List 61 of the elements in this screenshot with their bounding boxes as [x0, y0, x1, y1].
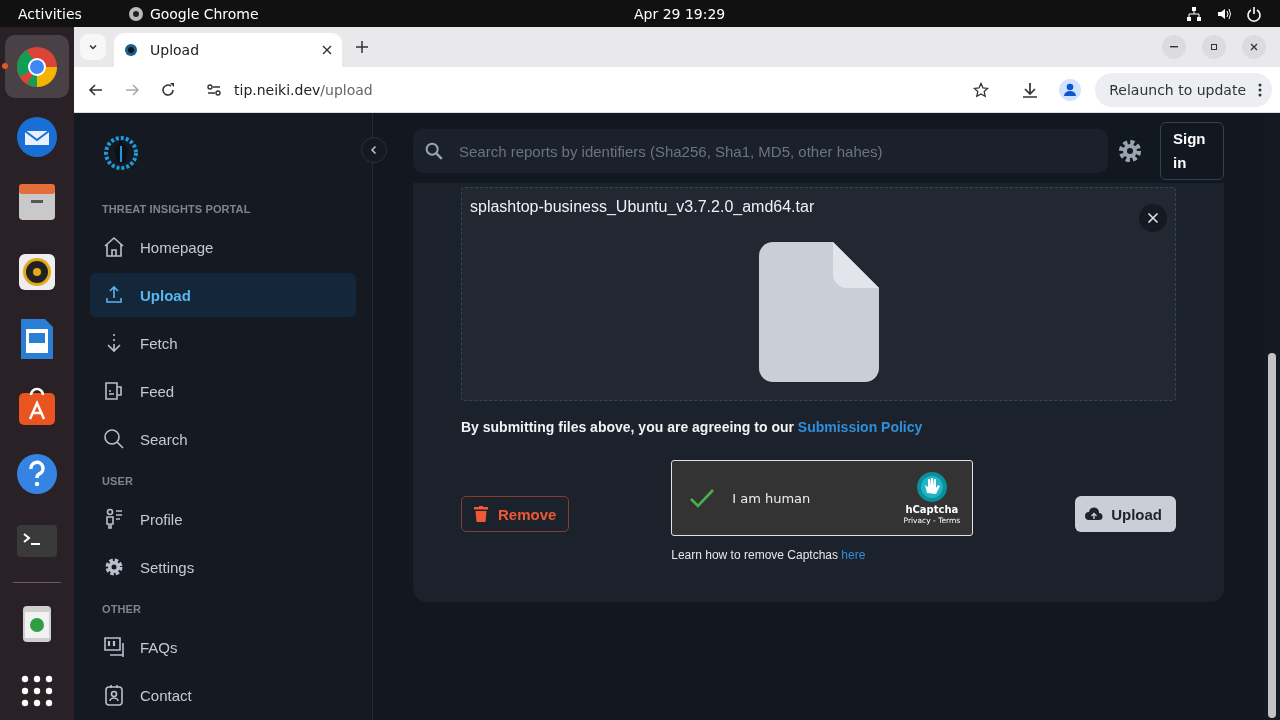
- hcaptcha-logo-icon: [915, 471, 948, 503]
- close-icon: [1249, 42, 1259, 52]
- nav-item[interactable]: Profile: [90, 497, 356, 541]
- more-icon: [1258, 82, 1262, 97]
- nav-item[interactable]: Settings: [90, 545, 356, 589]
- bookmark-star-icon[interactable]: [973, 81, 990, 98]
- relaunch-button[interactable]: Relaunch to update: [1095, 72, 1272, 107]
- contact-icon: [102, 683, 126, 707]
- sign-in-button[interactable]: Sign in: [1160, 122, 1224, 180]
- nav-item[interactable]: Homepage: [90, 225, 356, 269]
- download-icon[interactable]: [1021, 80, 1040, 99]
- captcha-label: I am human: [732, 490, 811, 506]
- search-icon: [102, 427, 126, 451]
- captcha-brand: hCaptcha: [905, 504, 959, 515]
- file-icon: [758, 242, 879, 382]
- remove-file-button[interactable]: [1139, 204, 1167, 232]
- maximize-icon: [1209, 42, 1219, 52]
- site-icon: [124, 43, 138, 57]
- upload-button[interactable]: Upload: [1075, 496, 1176, 532]
- captcha-note: Learn how to remove Captchas here: [671, 548, 867, 562]
- section-heading: THREAT INSIGHTS PORTAL: [101, 202, 252, 217]
- power-icon[interactable]: [1246, 5, 1262, 22]
- chevron-left-icon: [369, 145, 379, 155]
- faq-icon: [102, 635, 126, 659]
- scrollbar-thumb[interactable]: [1268, 353, 1276, 718]
- reload-icon[interactable]: [160, 81, 176, 98]
- activities-button[interactable]: Activities: [18, 5, 82, 22]
- browser-tab[interactable]: Upload: [114, 33, 342, 67]
- close-window-button[interactable]: [1242, 35, 1266, 59]
- cloud-upload-icon: [1085, 507, 1104, 521]
- profile-icon[interactable]: [1059, 78, 1082, 101]
- logo-icon[interactable]: [104, 136, 138, 170]
- dock-app-icon[interactable]: [5, 35, 69, 99]
- nav-item[interactable]: Contact: [90, 673, 356, 717]
- nav-item[interactable]: Fetch: [90, 321, 356, 365]
- here-link[interactable]: here: [841, 548, 866, 562]
- minimize-icon: [1170, 46, 1178, 48]
- nav-item[interactable]: Upload: [90, 273, 356, 317]
- site-settings-icon[interactable]: [206, 81, 222, 98]
- nav-item[interactable]: Search: [90, 417, 356, 461]
- close-tab-icon[interactable]: [322, 45, 332, 55]
- search-field[interactable]: Search reports by identifiers (Sha256, Sha1, MD5, other hahes): [413, 129, 1108, 173]
- settings-icon[interactable]: [1116, 137, 1144, 165]
- new-tab-icon[interactable]: [356, 41, 368, 53]
- section-heading: USER: [101, 474, 134, 489]
- close-icon: [1147, 212, 1159, 224]
- home-icon: [102, 235, 126, 259]
- remove-button[interactable]: Remove: [461, 496, 570, 532]
- network-icon[interactable]: [1186, 5, 1202, 22]
- back-icon[interactable]: [88, 81, 104, 98]
- file-name: splashtop-business_Ubuntu_v3.7.2.0_amd64.tar: [470, 197, 815, 216]
- app-menu[interactable]: Google Chrome: [127, 5, 259, 22]
- nav-item[interactable]: Feed: [90, 369, 356, 413]
- section-heading: OTHER: [101, 602, 142, 617]
- agreement-text: By submitting files above, you are agreeing to our Submission Policy: [461, 419, 924, 435]
- submission-policy-link[interactable]: Submission Policy: [797, 419, 923, 435]
- trash-icon: [474, 506, 488, 522]
- file-drop-zone[interactable]: splashtop-business_Ubuntu_v3.7.2.0_amd64.tar: [461, 187, 1176, 401]
- nav-item[interactable]: FAQs: [90, 625, 356, 669]
- maximize-button[interactable]: [1202, 35, 1226, 59]
- clock[interactable]: Apr 29 19:29: [634, 5, 726, 22]
